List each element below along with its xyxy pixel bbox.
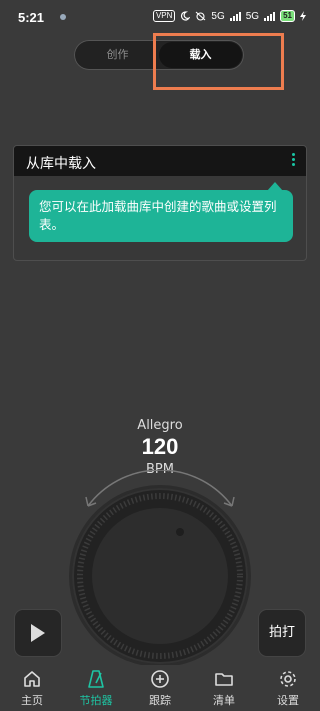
signal-icon-2 <box>264 11 276 21</box>
help-tooltip: 您可以在此加载曲库中创建的歌曲或设置列表。 <box>29 182 293 242</box>
alarm-off-icon <box>196 11 206 21</box>
nav-item-settings[interactable]: 设置 <box>256 665 320 711</box>
net-type-1: 5G <box>211 10 225 22</box>
panel-header: 从库中载入 <box>14 146 306 176</box>
gear-icon <box>280 671 296 687</box>
nav-label-list: 清单 <box>213 694 235 707</box>
plus-circle-icon <box>151 670 169 688</box>
signal-icon <box>229 11 241 21</box>
play-button[interactable] <box>15 610 61 656</box>
highlight-box <box>153 33 284 90</box>
status-indicators: VPN 5G 5G 51 <box>152 10 306 22</box>
charging-icon <box>300 11 306 21</box>
nav-label-home: 主页 <box>21 694 43 707</box>
tooltip-text: 您可以在此加载曲库中创建的歌曲或设置列表。 <box>39 199 277 232</box>
bottom-nav: 主页 节拍器 跟踪 清单 设置 <box>0 665 320 711</box>
status-time: 5:21 <box>18 10 45 25</box>
folder-icon <box>215 673 233 686</box>
home-icon <box>24 671 40 687</box>
dial-knob-indicator <box>176 528 184 536</box>
nav-label-settings: 设置 <box>277 694 299 707</box>
nav-item-track[interactable]: 跟踪 <box>128 665 192 711</box>
tooltip-pointer <box>267 182 283 191</box>
tempo-dial[interactable] <box>72 488 248 664</box>
nav-label-metronome: 节拍器 <box>79 694 113 707</box>
moon-icon <box>181 11 191 21</box>
nav-item-metronome[interactable]: 节拍器 <box>64 665 128 711</box>
nav-item-home[interactable]: 主页 <box>0 665 64 711</box>
vpn-badge: VPN <box>152 10 176 22</box>
dial-center <box>92 508 228 644</box>
tempo-marking: Allegro <box>137 418 183 433</box>
tab-create[interactable]: 创作 <box>76 42 159 68</box>
more-options-icon[interactable] <box>292 153 296 168</box>
nav-item-list[interactable]: 清单 <box>192 665 256 711</box>
notification-dot-icon <box>60 14 66 20</box>
nav-label-track: 跟踪 <box>149 694 171 707</box>
bpm-value: 120 <box>141 434 179 459</box>
play-icon <box>31 624 45 642</box>
metronome-icon <box>88 670 104 688</box>
net-type-2: 5G <box>245 10 260 22</box>
load-library-panel: 从库中载入 您可以在此加载曲库中创建的歌曲或设置列表。 <box>13 145 307 261</box>
battery-icon: 51 <box>280 10 295 22</box>
status-bar: 5:21 VPN 5G 5G 51 <box>0 0 320 34</box>
tap-tempo-button[interactable]: 拍打 <box>259 610 305 656</box>
panel-title: 从库中载入 <box>26 156 96 172</box>
